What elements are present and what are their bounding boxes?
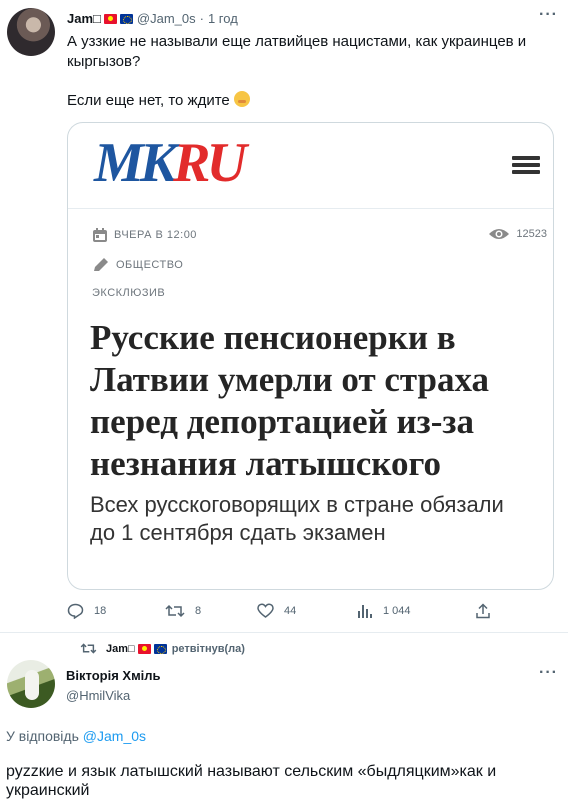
avatar[interactable]	[7, 660, 55, 708]
retweeter-name-glyph: □	[128, 642, 135, 655]
tweet[interactable]: Jam□ @Jam_0s · 1 год ··· А уззкие не наз…	[0, 0, 568, 633]
reply-author-name[interactable]: Вікторія Хміль	[66, 668, 161, 683]
author-handle[interactable]: @Jam_0s	[137, 11, 196, 27]
tweet-time[interactable]: 1 год	[208, 11, 238, 27]
heart-icon	[257, 603, 274, 618]
smirk-emoji-icon	[233, 91, 250, 107]
reply-to-link[interactable]: @Jam_0s	[83, 728, 146, 744]
views-button[interactable]: 1 044	[357, 603, 411, 619]
calendar-icon	[93, 228, 107, 242]
retweeter-name: Jam□	[106, 642, 135, 655]
reply-icon	[67, 603, 84, 619]
eu-flag-icon	[153, 643, 167, 654]
retweet-button[interactable]: 8	[165, 603, 201, 619]
share-button[interactable]	[475, 603, 501, 619]
reply-text: руzzкие и язык латышский называют сельск…	[6, 763, 497, 799]
avatar[interactable]	[7, 8, 55, 56]
article-tag: ЭКСКЛЮЗИВ	[92, 287, 166, 299]
retweet-icon	[165, 604, 185, 618]
kyrgyzstan-flag-icon	[103, 14, 117, 24]
analytics-icon	[358, 605, 372, 618]
author-name[interactable]: Jam□	[67, 11, 101, 27]
reply-button[interactable]: 18	[67, 603, 106, 619]
tweet-text-line-2: Если еще нет, то ждите	[67, 91, 537, 111]
eye-icon	[489, 229, 510, 239]
retweet-label: ретвітнув(ла)	[171, 642, 245, 655]
tweet-text-line: А уззкие не называли еще латвийцев нацис…	[67, 33, 527, 70]
retweet-icon	[80, 643, 97, 654]
retweeted-by[interactable]: Jam□ ретвітнув(ла)	[80, 642, 245, 655]
article-views: 12523	[488, 227, 547, 241]
kyrgyzstan-flag-icon	[137, 643, 151, 654]
mkru-logo: MKRU	[94, 132, 247, 194]
pencil-icon	[94, 258, 108, 271]
screenshot-card[interactable]: MKRU ВЧЕРА В 12:00 12523 ОБЩЕСТВО ЭКСКЛЮ…	[67, 122, 554, 590]
like-button[interactable]: 44	[257, 603, 296, 619]
reply-author-handle[interactable]: @HmilVika	[66, 688, 130, 703]
tweet-actions: 18 8 44 1 044	[67, 603, 507, 623]
tweet-header: Jam□ @Jam_0s · 1 год	[67, 11, 238, 27]
article-section: ОБЩЕСТВО	[92, 257, 183, 273]
share-icon	[476, 603, 490, 619]
author-name-glyph: □	[93, 11, 101, 26]
eu-flag-icon	[119, 14, 133, 24]
article-headline: Русские пенсионерки в Латвии умерли от с…	[90, 318, 490, 483]
article-date: ВЧЕРА В 12:00	[92, 227, 197, 243]
more-options-icon[interactable]: ···	[539, 664, 558, 682]
tweet-text: А уззкие не называли еще латвийцев нацис…	[67, 32, 537, 130]
more-options-icon[interactable]: ···	[539, 6, 558, 24]
reply-context: У відповідь @Jam_0s	[6, 728, 147, 744]
article-lead: Всех русскоговорящих в стране обязали до…	[90, 492, 504, 545]
mk-header: MKRU	[68, 123, 553, 209]
separator-dot: ·	[199, 11, 204, 26]
menu-icon	[512, 156, 540, 174]
